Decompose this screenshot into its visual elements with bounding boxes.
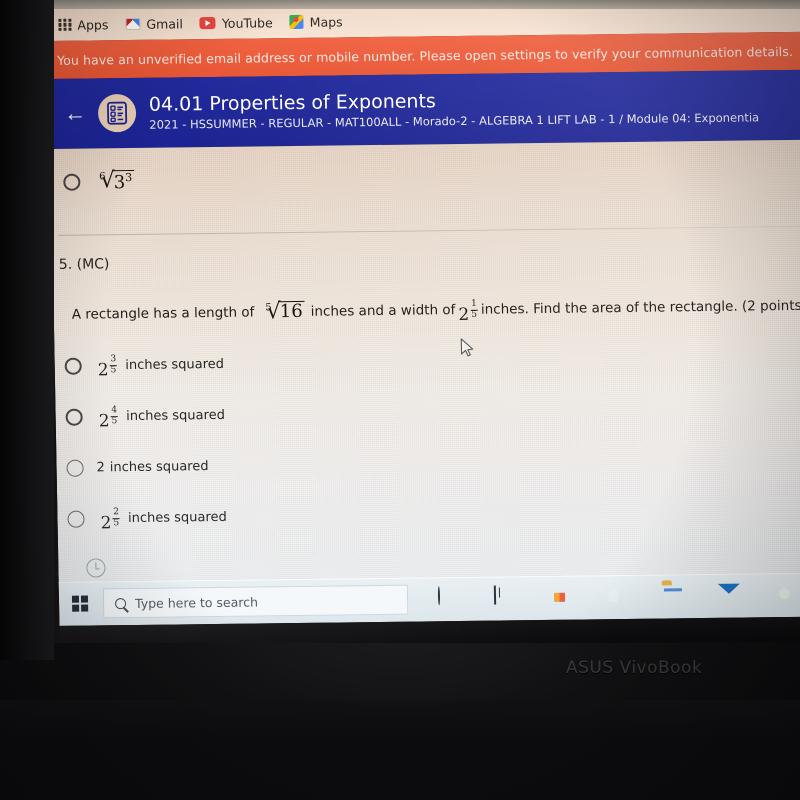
radicand: 33 — [112, 169, 135, 193]
fraction-numerator: 2 — [113, 506, 120, 517]
bookmark-gmail[interactable]: Gmail — [125, 16, 183, 32]
question-divider — [58, 225, 800, 236]
laptop-screen: 0.01 Properties of Exponents Apps Gmail … — [48, 0, 800, 648]
taskbar-search-input[interactable]: Type here to search — [102, 584, 409, 619]
clock-icon — [86, 558, 106, 578]
maps-icon — [289, 14, 304, 30]
task-view-icon[interactable] — [493, 585, 518, 610]
power-base: 2 — [97, 359, 109, 380]
fraction-exponent: 4 5 — [110, 404, 118, 427]
bookmark-label: YouTube — [221, 14, 273, 31]
radio-button[interactable] — [66, 459, 84, 477]
microsoft-store-icon[interactable] — [550, 586, 574, 610]
assignment-checklist-icon — [97, 93, 137, 133]
answer-unit: inches squared — [126, 407, 226, 424]
bookmark-label: Apps — [77, 16, 109, 33]
gmail-icon — [125, 17, 141, 31]
radio-button[interactable] — [64, 357, 82, 375]
mail-icon[interactable] — [718, 584, 742, 608]
radio-button[interactable] — [63, 173, 81, 191]
radical-expression: 6 √ 33 — [94, 168, 135, 193]
power-base: 2 — [98, 410, 110, 431]
answer-unit: inches squared — [127, 509, 227, 526]
bookmark-label: Maps — [309, 13, 343, 30]
mouse-cursor — [460, 338, 474, 363]
power-expression: 2 4 5 — [98, 404, 118, 431]
bookmark-youtube[interactable]: YouTube — [199, 14, 273, 31]
screen-top-bezel — [30, 0, 800, 9]
fraction-denominator: 5 — [110, 365, 117, 376]
laptop-photo: 0.01 Properties of Exponents Apps Gmail … — [0, 0, 800, 800]
answer-option-1[interactable]: 2 3 5 inches squared — [64, 342, 485, 385]
answer-unit: inches squared — [125, 356, 225, 373]
radical-degree: 6 — [99, 171, 106, 183]
whatsapp-icon[interactable] — [774, 583, 798, 607]
youtube-icon — [199, 16, 216, 30]
file-explorer-icon[interactable] — [662, 584, 686, 608]
question-number: 5. (MC) — [58, 256, 110, 273]
search-icon — [114, 597, 127, 609]
answer-options-list: 2 3 5 inches squared 2 4 5 inches square… — [64, 342, 488, 551]
previous-question-option[interactable]: 6 √ 33 — [63, 168, 135, 194]
answer-option-text: 2 inches squared — [96, 459, 208, 475]
fraction-numerator: 4 — [111, 404, 118, 415]
radio-button[interactable] — [65, 408, 83, 426]
question-text-part-1: A rectangle has a length of — [71, 304, 255, 323]
length-radical-expression: 5 √ 16 — [260, 299, 305, 324]
question-text-part-2: inches and a width of — [310, 302, 456, 320]
course-title-block: 04.01 Properties of Exponents 2021 - HSS… — [149, 86, 760, 131]
apps-grid-icon — [58, 18, 72, 32]
windows-start-icon[interactable] — [59, 581, 102, 626]
fraction-denominator: 5 — [111, 416, 118, 427]
banner-text: You have an unverified email address or … — [56, 43, 794, 68]
fraction-denominator: 5 — [471, 309, 478, 320]
course-header: ← 04.01 Properties of Exponents 2021 - H… — [49, 69, 800, 149]
quiz-page-body: 6 √ 33 5. (MC) A rectangle has a length … — [50, 139, 800, 594]
radio-button[interactable] — [67, 510, 85, 528]
fraction-exponent: 1 5 — [470, 298, 478, 320]
search-placeholder: Type here to search — [134, 593, 259, 611]
microsoft-edge-icon[interactable] — [606, 585, 630, 609]
answer-option-4[interactable]: 2 2 5 inches squared — [67, 495, 488, 538]
answer-option-text: 2 2 5 inches squared — [97, 506, 227, 533]
laptop-keyboard: esc ♪× ◀ ◀) ▭ ❐ ⊞ ⌸ ⚙ ☼ ☀ 1 2 3 4 5 6 7 … — [0, 700, 800, 800]
radical-degree: 5 — [265, 302, 272, 314]
answer-plain-value: 2 — [96, 459, 105, 475]
screen-left-bezel — [0, 0, 54, 660]
answer-option-2[interactable]: 2 4 5 inches squared — [65, 393, 486, 436]
fraction-denominator: 5 — [113, 518, 120, 529]
answer-unit: inches squared — [109, 458, 209, 475]
taskbar-icons — [437, 582, 800, 611]
width-power-expression: 2 1 5 — [458, 298, 478, 325]
power-expression: 2 2 5 — [100, 506, 120, 533]
bookmark-apps[interactable]: Apps — [58, 16, 109, 33]
bookmark-maps[interactable]: Maps — [289, 13, 343, 30]
fraction-numerator: 3 — [110, 353, 117, 364]
power-expression: 2 3 5 — [97, 353, 118, 380]
power-base: 2 — [458, 304, 470, 325]
answer-option-text: 2 4 5 inches squared — [95, 404, 226, 431]
question-text-part-3: inches. Find the area of the rectangle. … — [480, 297, 800, 318]
power-base: 2 — [100, 512, 112, 533]
question-text: A rectangle has a length of 5 √ 16 inche… — [72, 295, 800, 326]
answer-option-3[interactable]: 2 inches squared — [66, 444, 487, 487]
radicand: 16 — [278, 300, 305, 323]
fraction-numerator: 1 — [470, 298, 477, 309]
bookmark-label: Gmail — [146, 15, 183, 32]
cortana-icon[interactable] — [437, 586, 462, 611]
laptop-brand-label: ASUS VivoBook — [566, 658, 703, 678]
fraction-exponent: 3 5 — [109, 353, 117, 376]
back-arrow-icon[interactable]: ← — [58, 96, 93, 130]
fraction-exponent: 2 5 — [112, 506, 120, 529]
answer-option-text: 2 3 5 inches squared — [95, 353, 225, 380]
